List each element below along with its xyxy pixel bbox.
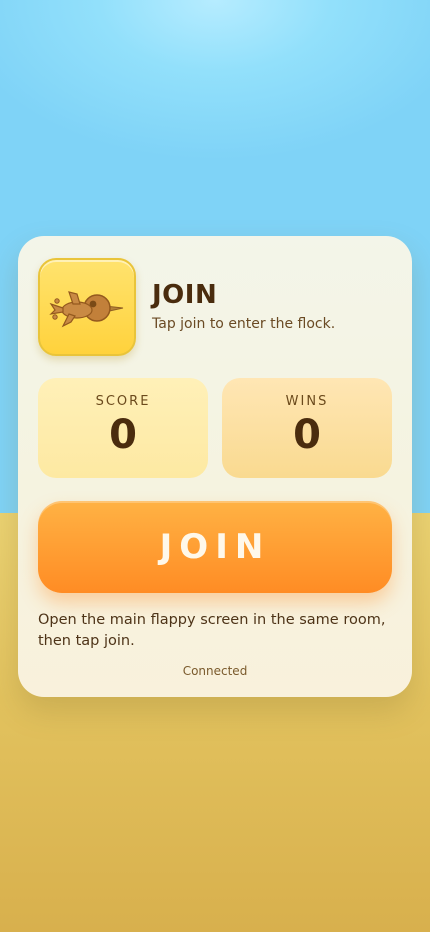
join-card: JOIN Tap join to enter the flock. SCORE … [18, 236, 412, 697]
wins-value: 0 [293, 412, 321, 458]
join-button[interactable]: JOIN [38, 501, 392, 593]
page-title: JOIN [152, 280, 218, 310]
player-avatar [38, 258, 136, 356]
score-label: SCORE [95, 394, 151, 409]
connection-status: Connected [182, 664, 248, 678]
score-panel: SCORE 0 [38, 378, 208, 478]
score-value: 0 [109, 412, 137, 458]
wins-label: WINS [285, 394, 329, 409]
bird-icon [47, 282, 127, 332]
instructions-text: Open the main flappy screen in the same … [38, 612, 386, 649]
page-subtitle: Tap join to enter the flock. [152, 316, 336, 332]
wins-panel: WINS 0 [222, 378, 392, 478]
